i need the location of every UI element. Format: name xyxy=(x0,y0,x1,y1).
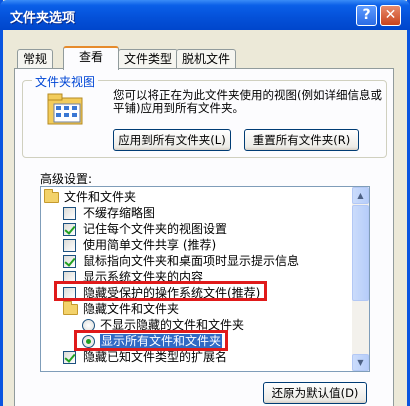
folder-view-icon xyxy=(47,93,83,125)
tab-view[interactable]: 查看 xyxy=(63,46,119,70)
highlight-box-show-hidden xyxy=(74,330,228,351)
folder-icon xyxy=(63,301,78,315)
scroll-up-arrow-icon[interactable]: ▲ xyxy=(352,187,369,204)
tree-item-label: 文件和文件夹 xyxy=(64,190,137,204)
checkbox[interactable] xyxy=(63,239,76,252)
restore-defaults-button[interactable]: 还原为默认值(D) xyxy=(263,382,367,404)
tab-offline-files[interactable]: 脱机文件 xyxy=(176,49,237,69)
checkbox[interactable] xyxy=(63,351,76,364)
folder-view-group-title: 文件夹视图 xyxy=(32,73,99,90)
option-label: 记住每个文件夹的视图设置 xyxy=(83,222,228,236)
tab-file-types[interactable]: 文件类型 xyxy=(118,49,179,69)
title-bar[interactable]: 文件夹选项 ? ✕ xyxy=(0,0,410,30)
checkbox[interactable] xyxy=(63,207,76,220)
tree-scrollbar[interactable]: ▲ ▼ xyxy=(352,187,369,371)
scroll-thumb[interactable] xyxy=(352,205,369,301)
advanced-settings-label: 高级设置: xyxy=(40,172,93,186)
apply-to-all-folders-button[interactable]: 应用到所有文件夹(L) xyxy=(113,129,231,151)
checkbox[interactable] xyxy=(63,223,76,236)
option-label: 鼠标指向文件夹和桌面项时显示提示信息 xyxy=(83,254,300,268)
close-button[interactable]: ✕ xyxy=(380,5,401,26)
reset-all-folders-button[interactable]: 重置所有文件夹(R) xyxy=(244,129,359,151)
help-button[interactable]: ? xyxy=(356,5,377,26)
tree-item-label: 隐藏文件和文件夹 xyxy=(83,302,180,316)
highlight-box-protected-files xyxy=(54,281,267,301)
scroll-down-arrow-icon[interactable]: ▼ xyxy=(352,354,369,371)
tab-general[interactable]: 常规 xyxy=(17,49,54,69)
checkbox[interactable] xyxy=(63,255,76,268)
option-label: 使用简单文件共享 (推荐) xyxy=(83,238,217,252)
window-title: 文件夹选项 xyxy=(10,11,76,26)
option-label: 不缓存缩略图 xyxy=(83,206,156,220)
folder-icon xyxy=(44,189,59,203)
folder-view-description: 您可以将正在为此文件夹使用的视图(例如详细信息或平铺)应用到所有文件夹。 xyxy=(113,88,382,115)
option-label: 隐藏已知文件类型的扩展名 xyxy=(83,350,228,364)
